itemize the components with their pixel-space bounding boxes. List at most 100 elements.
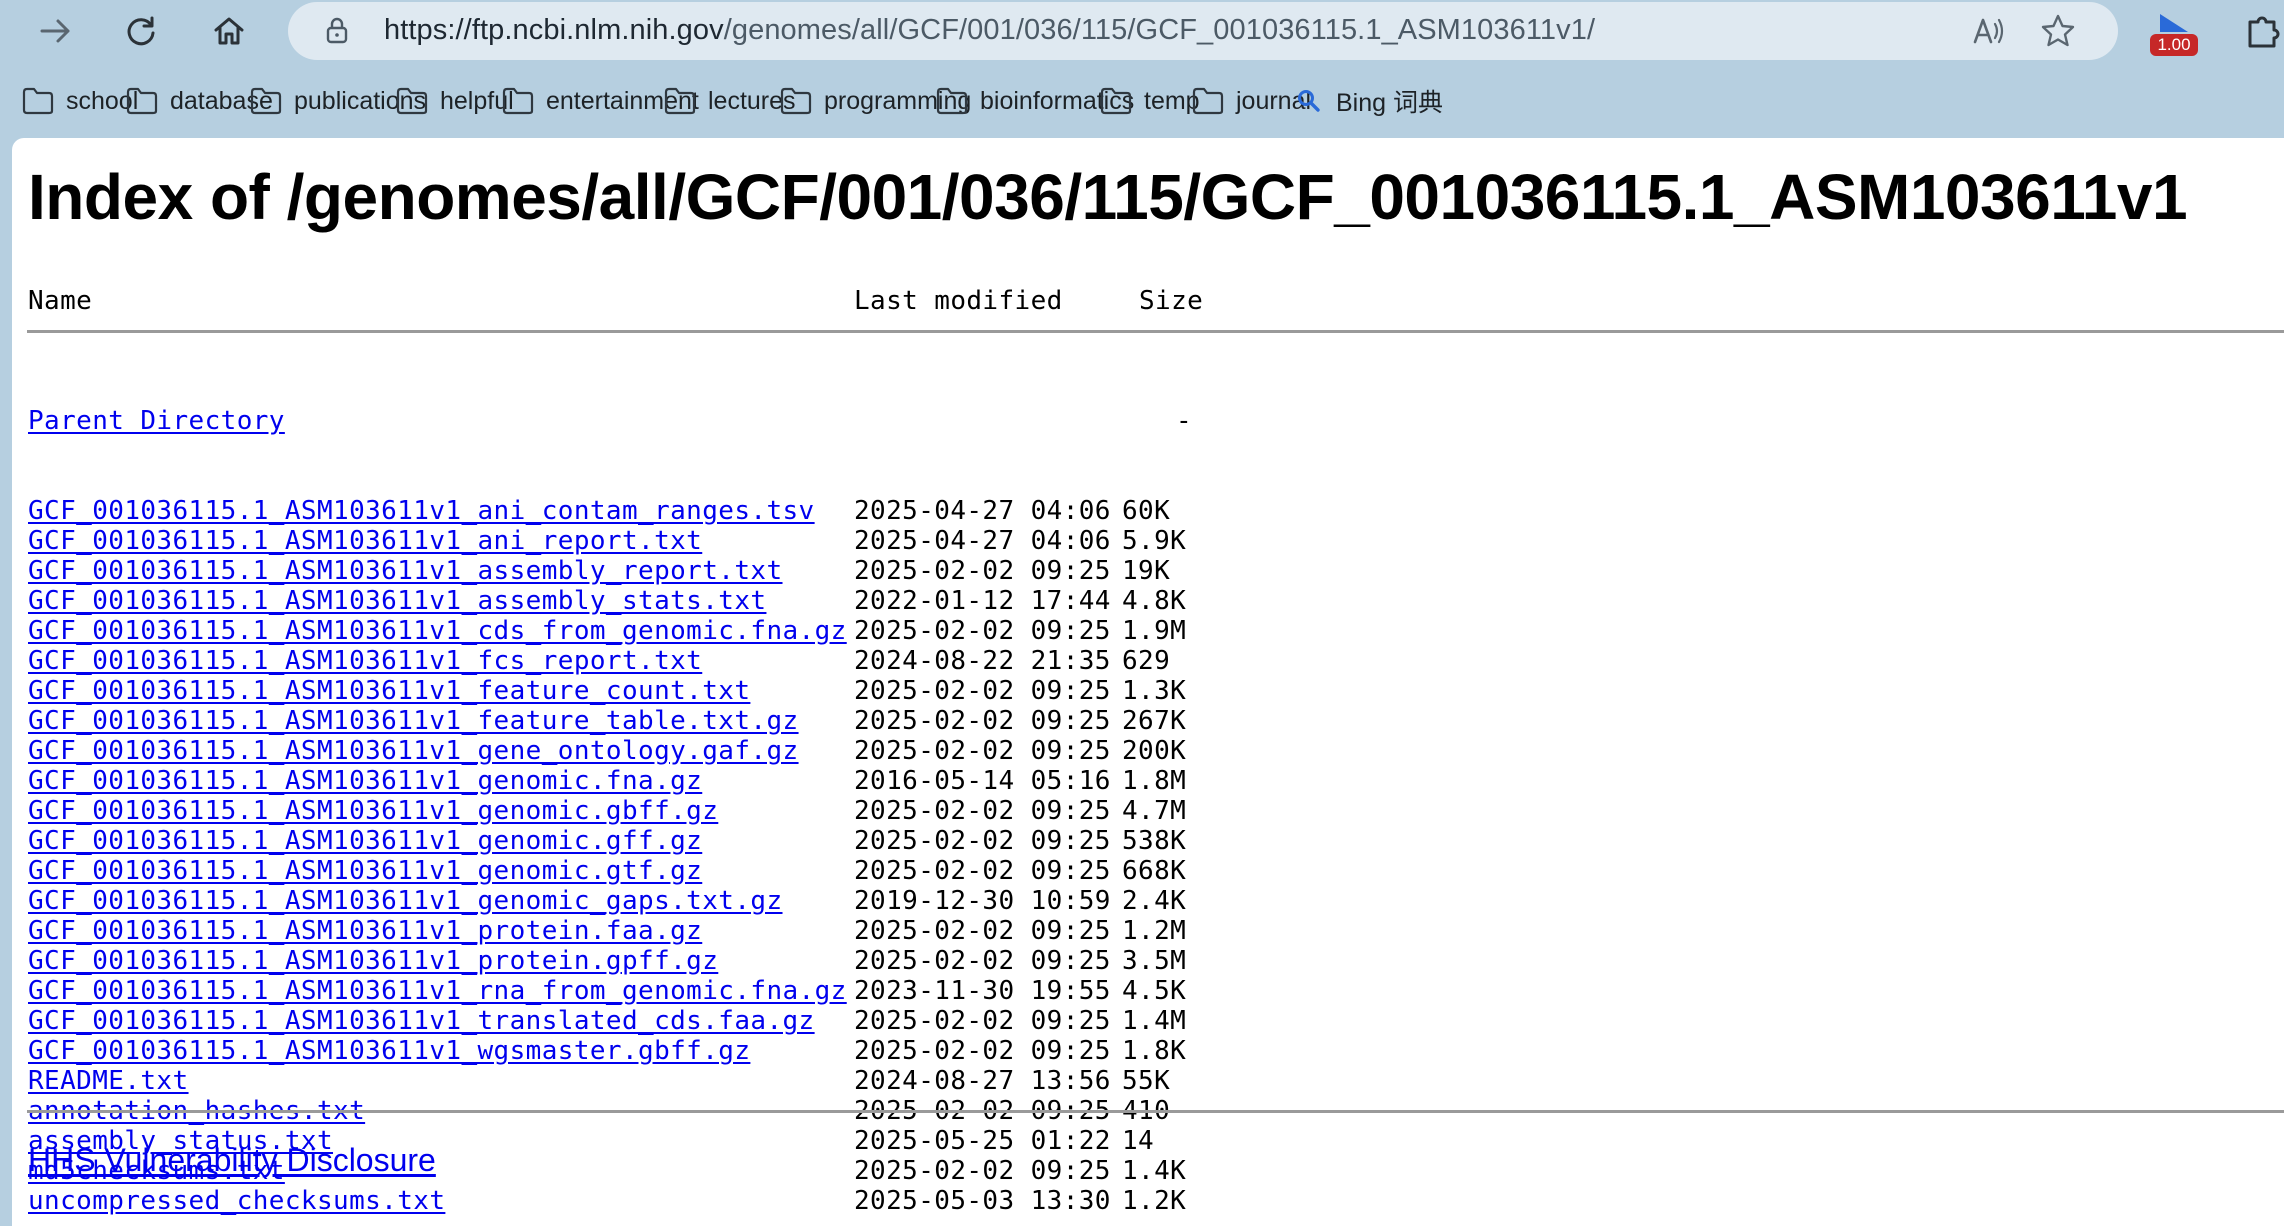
extension-badge: 1.00 [2150,34,2198,56]
flag-icon [2160,14,2188,32]
file-link[interactable]: GCF_001036115.1_ASM103611v1_assembly_rep… [28,556,783,586]
file-size: 3.5M [1122,946,1187,976]
file-size: 1.3K [1122,676,1187,706]
folder-icon [1100,87,1132,115]
file-link[interactable]: GCF_001036115.1_ASM103611v1_wgsmaster.gb… [28,1036,750,1066]
file-link[interactable]: GCF_001036115.1_ASM103611v1_genomic_gaps… [28,886,783,916]
file-row: GCF_001036115.1_ASM103611v1_genomic.gbff… [28,796,1186,826]
url-text[interactable]: https://ftp.ncbi.nlm.nih.gov/genomes/all… [384,14,1595,47]
bookmark-label: Bing 词典 [1336,89,1443,117]
folder-icon [22,87,54,115]
folder-icon [502,87,534,115]
url-host: https://ftp.ncbi.nlm.nih.gov [384,14,724,46]
file-row: uncompressed_checksums.txt 2025-05-03 13:… [28,1186,1186,1216]
read-aloud-icon[interactable] [1972,14,2006,48]
file-link[interactable]: GCF_001036115.1_ASM103611v1_feature_tabl… [28,706,799,736]
file-listing: Parent Directory - GCF_001036115.1_ASM10… [28,346,1192,1226]
file-size: 4.8K [1122,586,1187,616]
file-size: 5.9K [1122,526,1187,556]
file-link[interactable]: GCF_001036115.1_ASM103611v1_genomic.gff.… [28,826,702,856]
file-modified: 2016-05-14 05:16 [854,766,1111,796]
home-button[interactable] [206,8,252,54]
file-link[interactable]: uncompressed_checksums.txt [28,1186,445,1216]
bookmark-lectures[interactable]: lectures [664,82,796,120]
file-modified: 2025-02-02 09:25 [854,1036,1111,1066]
file-modified: 2025-04-27 04:06 [854,496,1111,526]
file-link[interactable]: GCF_001036115.1_ASM103611v1_protein.gpff… [28,946,718,976]
bookmark-bing-dict[interactable]: Bing 词典 [1296,82,1443,120]
file-row: GCF_001036115.1_ASM103611v1_ani_contam_r… [28,496,1170,526]
file-modified: 2025-02-02 09:25 [854,556,1111,586]
lock-icon[interactable] [322,15,352,45]
file-size: 1.9M [1122,616,1187,646]
file-modified: 2022-01-12 17:44 [854,586,1111,616]
file-link[interactable]: GCF_001036115.1_ASM103611v1_assembly_sta… [28,586,766,616]
file-link[interactable]: GCF_001036115.1_ASM103611v1_genomic.fna.… [28,766,702,796]
folder-icon [396,87,428,115]
bookmarks-bar: school database publications helpful ent… [0,62,2284,138]
file-link[interactable]: GCF_001036115.1_ASM103611v1_cds_from_gen… [28,616,847,646]
file-modified: 2025-02-02 09:25 [854,706,1111,736]
file-link[interactable]: GCF_001036115.1_ASM103611v1_rna_from_gen… [28,976,847,1006]
file-size: 4.7M [1122,796,1187,826]
bookmark-helpful[interactable]: helpful [396,82,514,120]
file-modified: 2025-02-02 09:25 [854,946,1111,976]
file-size: 1.4K [1122,1156,1187,1186]
address-bar[interactable]: https://ftp.ncbi.nlm.nih.gov/genomes/all… [288,2,2118,60]
file-size: 14 [1122,1126,1155,1156]
file-row: README.txt 2024-08-27 13:56 55K [28,1066,1170,1096]
bookmark-temp[interactable]: temp [1100,82,1200,120]
file-modified: 2024-08-22 21:35 [854,646,1111,676]
file-size: 4.5K [1122,976,1187,1006]
file-link[interactable]: GCF_001036115.1_ASM103611v1_fcs_report.t… [28,646,702,676]
browser-toolbar: https://ftp.ncbi.nlm.nih.gov/genomes/all… [0,0,2284,62]
header-divider [27,330,2284,333]
extensions-puzzle-icon[interactable] [2242,10,2284,52]
extension-button[interactable]: 1.00 [2150,10,2198,58]
file-link[interactable]: GCF_001036115.1_ASM103611v1_genomic.gtf.… [28,856,702,886]
file-row: GCF_001036115.1_ASM103611v1_cds_from_gen… [28,616,1186,646]
folder-icon [780,87,812,115]
file-modified: 2025-02-02 09:25 [854,856,1111,886]
file-modified: 2025-02-02 09:25 [854,1006,1111,1036]
reload-icon [127,16,155,46]
file-link[interactable]: GCF_001036115.1_ASM103611v1_gene_ontolog… [28,736,799,766]
file-row: GCF_001036115.1_ASM103611v1_genomic.fna.… [28,766,1186,796]
file-row: GCF_001036115.1_ASM103611v1_ani_report.t… [28,526,1186,556]
file-size: 1.8M [1122,766,1187,796]
file-link[interactable]: GCF_001036115.1_ASM103611v1_genomic.gbff… [28,796,718,826]
file-row: GCF_001036115.1_ASM103611v1_rna_from_gen… [28,976,1186,1006]
bookmark-school[interactable]: school [22,82,138,120]
file-size: 19K [1122,556,1171,586]
back-button[interactable] [32,8,78,54]
file-modified: 2025-05-25 01:22 [854,1126,1111,1156]
file-modified: 2025-02-02 09:25 [854,1156,1111,1186]
file-size: - [1176,406,1193,436]
bookmark-journal[interactable]: journal [1192,82,1311,120]
page-title: Index of /genomes/all/GCF/001/036/115/GC… [28,161,2188,233]
folder-icon [936,87,968,115]
file-modified: 2024-08-27 13:56 [854,1066,1111,1096]
file-link[interactable]: GCF_001036115.1_ASM103611v1_ani_contam_r… [28,496,815,526]
parent-directory-link[interactable]: Parent Directory [28,406,285,436]
hhs-vulnerability-link[interactable]: HHS Vulnerability Disclosure [28,1142,436,1179]
file-link[interactable]: README.txt [28,1066,189,1096]
file-size: 1.4M [1122,1006,1187,1036]
file-modified: 2023-11-30 19:55 [854,976,1111,1006]
file-row: GCF_001036115.1_ASM103611v1_genomic.gff.… [28,826,1186,856]
file-link[interactable]: GCF_001036115.1_ASM103611v1_ani_report.t… [28,526,702,556]
page-content: Index of /genomes/all/GCF/001/036/115/GC… [12,138,2284,1226]
search-icon [1298,90,1320,112]
reload-button[interactable] [118,8,164,54]
home-icon [214,17,244,45]
favorite-star-icon[interactable] [2040,13,2076,49]
file-row: GCF_001036115.1_ASM103611v1_genomic.gtf.… [28,856,1186,886]
parent-row: Parent Directory - [28,406,1192,436]
file-link[interactable]: GCF_001036115.1_ASM103611v1_protein.faa.… [28,916,702,946]
file-size: 2.4K [1122,886,1187,916]
file-link[interactable]: GCF_001036115.1_ASM103611v1_feature_coun… [28,676,750,706]
folder-icon [126,87,158,115]
file-link[interactable]: GCF_001036115.1_ASM103611v1_translated_c… [28,1006,815,1036]
file-size: 629 [1122,646,1171,676]
file-row: GCF_001036115.1_ASM103611v1_gene_ontolog… [28,736,1186,766]
